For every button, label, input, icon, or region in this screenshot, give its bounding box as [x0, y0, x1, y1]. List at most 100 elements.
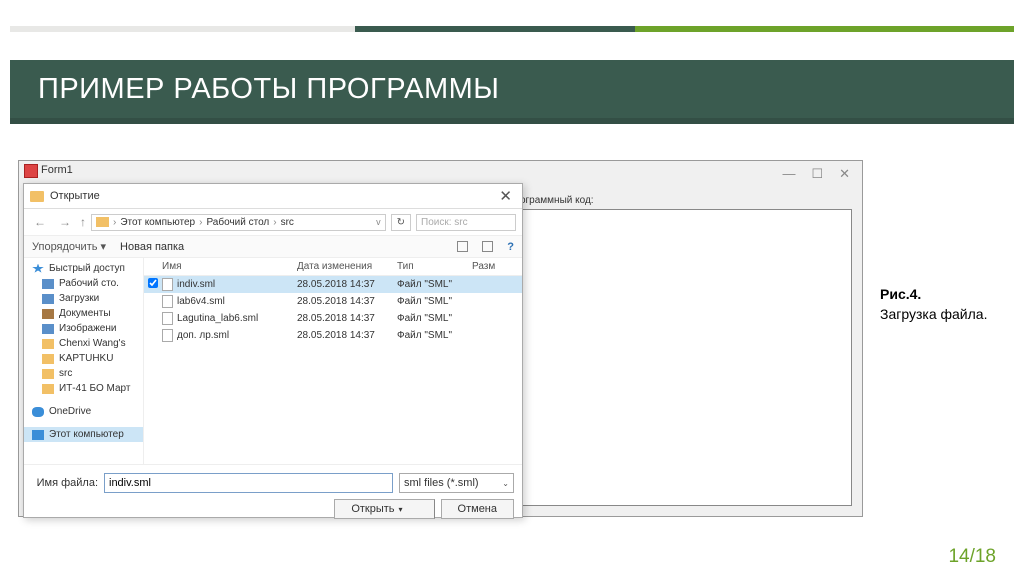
sidebar-item[interactable]: Загрузки [24, 291, 143, 306]
sidebar-item[interactable]: Рабочий сто. [24, 276, 143, 291]
breadcrumb-seg-1[interactable]: Этот компьютер [120, 217, 195, 228]
open-file-dialog: Открытие ✕ ← → ↑ › Этот компьютер › Рабо… [23, 183, 523, 518]
pic-icon [42, 324, 54, 334]
sidebar-item[interactable]: Быстрый доступ [24, 261, 143, 276]
page-number: 14/18 [948, 546, 996, 568]
view-mode-button-2[interactable] [482, 241, 493, 252]
sidebar-item[interactable]: ИТ-41 БО Март [24, 381, 143, 396]
file-icon [162, 278, 173, 291]
top-accent-bar [10, 26, 1014, 32]
dialog-titlebar: Открытие ✕ [24, 184, 522, 209]
nav-back-button[interactable]: ← [30, 213, 50, 231]
file-type: Файл "SML" [393, 330, 468, 341]
slide-header: ПРИМЕР РАБОТЫ ПРОГРАММЫ [10, 60, 1014, 124]
dialog-close-button[interactable]: ✕ [495, 187, 516, 205]
dialog-footer: Имя файла: sml files (*.sml)⌄ Открыть▾ О… [24, 464, 522, 527]
file-icon [162, 312, 173, 325]
file-type: Файл "SML" [393, 296, 468, 307]
help-button[interactable]: ? [507, 241, 514, 253]
folder-icon [42, 339, 54, 349]
form1-icon [24, 164, 38, 178]
form1-maximize-button[interactable]: ☐ [811, 166, 823, 182]
file-row[interactable]: indiv.sml 28.05.2018 14:37 Файл "SML" [144, 276, 522, 293]
dialog-folder-icon [30, 191, 44, 202]
breadcrumb-seg-2[interactable]: Рабочий стол [206, 217, 269, 228]
folder-icon [42, 384, 54, 394]
nav-refresh-button[interactable]: ↻ [391, 214, 411, 231]
file-row[interactable]: доп. лр.sml 28.05.2018 14:37 Файл "SML" [144, 327, 522, 344]
column-date[interactable]: Дата изменения [293, 261, 393, 272]
folder-icon [42, 354, 54, 364]
column-size[interactable]: Разм [468, 261, 522, 272]
file-date: 28.05.2018 14:37 [293, 313, 393, 324]
sidebar-item-label: Документы [59, 308, 111, 319]
form1-title: Form1 [41, 164, 73, 176]
sidebar-item[interactable]: Изображени [24, 321, 143, 336]
nav-up-button[interactable]: ↑ [80, 215, 86, 229]
file-date: 28.05.2018 14:37 [293, 330, 393, 341]
new-folder-button[interactable]: Новая папка [120, 241, 184, 253]
pc-icon [32, 430, 44, 440]
form1-code-textarea[interactable] [509, 209, 852, 506]
sidebar-item-label: src [59, 368, 72, 379]
sidebar-item-label: KAPTUHKU [59, 353, 113, 364]
star-icon [32, 264, 44, 274]
column-name[interactable]: Имя [158, 261, 293, 272]
doc-icon [42, 309, 54, 319]
sidebar-item-label: ИТ-41 БО Март [59, 383, 130, 394]
sidebar-item-label: Рабочий сто. [59, 278, 119, 289]
organize-button[interactable]: Упорядочить ▾ [32, 240, 106, 253]
caption-number: Рис.4. [880, 286, 921, 302]
filename-input[interactable] [104, 473, 393, 493]
sidebar-item-label: Chenxi Wang's [59, 338, 126, 349]
sidebar-item-label: Изображени [59, 323, 116, 334]
desktop-icon [42, 279, 54, 289]
sidebar-item[interactable]: Документы [24, 306, 143, 321]
dialog-nav-bar: ← → ↑ › Этот компьютер › Рабочий стол › … [24, 209, 522, 236]
file-date: 28.05.2018 14:37 [293, 296, 393, 307]
cancel-button[interactable]: Отмена [441, 499, 514, 519]
caption-text: Загрузка файла. [880, 306, 987, 322]
sidebar-item[interactable]: src [24, 366, 143, 381]
figure-caption: Рис.4. Загрузка файла. [880, 285, 987, 324]
file-filter-dropdown[interactable]: sml files (*.sml)⌄ [399, 473, 514, 493]
file-row[interactable]: Lagutina_lab6.sml 28.05.2018 14:37 Файл … [144, 310, 522, 327]
file-type: Файл "SML" [393, 279, 468, 290]
download-icon [42, 294, 54, 304]
breadcrumb[interactable]: › Этот компьютер › Рабочий стол › src v [91, 214, 386, 231]
file-name: доп. лр.sml [177, 330, 229, 341]
file-type: Файл "SML" [393, 313, 468, 324]
dialog-toolbar: Упорядочить ▾ Новая папка ? [24, 236, 522, 258]
file-row[interactable]: lab6v4.sml 28.05.2018 14:37 Файл "SML" [144, 293, 522, 310]
sidebar-item[interactable]: Chenxi Wang's [24, 336, 143, 351]
file-name: lab6v4.sml [177, 296, 225, 307]
file-icon [162, 295, 173, 308]
column-type[interactable]: Тип [393, 261, 468, 272]
open-button[interactable]: Открыть▾ [334, 499, 434, 519]
file-checkbox[interactable] [148, 278, 158, 288]
folder-icon [42, 369, 54, 379]
form1-minimize-button[interactable]: — [782, 166, 795, 182]
file-name: Lagutina_lab6.sml [177, 313, 258, 324]
breadcrumb-folder-icon [96, 217, 109, 227]
file-list: Имя Дата изменения Тип Разм indiv.sml 28… [144, 258, 522, 464]
file-date: 28.05.2018 14:37 [293, 279, 393, 290]
view-mode-button-1[interactable] [457, 241, 468, 252]
sidebar-item[interactable]: KAPTUHKU [24, 351, 143, 366]
breadcrumb-seg-3[interactable]: src [281, 217, 294, 228]
filename-label: Имя файла: [32, 477, 98, 489]
dialog-sidebar: Быстрый доступ Рабочий сто. Загрузки Докуме… [24, 258, 144, 464]
slide-title: ПРИМЕР РАБОТЫ ПРОГРАММЫ [38, 73, 499, 106]
nav-forward-button[interactable]: → [55, 213, 75, 231]
cloud-icon [32, 407, 44, 417]
sidebar-item-label: Загрузки [59, 293, 99, 304]
sidebar-item-label: Быстрый доступ [49, 263, 125, 274]
file-icon [162, 329, 173, 342]
sidebar-item-this-pc[interactable]: Этот компьютер [24, 427, 143, 442]
dialog-title: Открытие [50, 190, 100, 202]
sidebar-item-onedrive[interactable]: OneDrive [24, 404, 143, 419]
file-name: indiv.sml [177, 279, 215, 290]
search-input[interactable]: Поиск: src [416, 214, 516, 231]
form1-window: Form1 — ☐ ✕ программный код: Открытие ✕ … [18, 160, 863, 517]
form1-close-button[interactable]: ✕ [839, 166, 850, 182]
